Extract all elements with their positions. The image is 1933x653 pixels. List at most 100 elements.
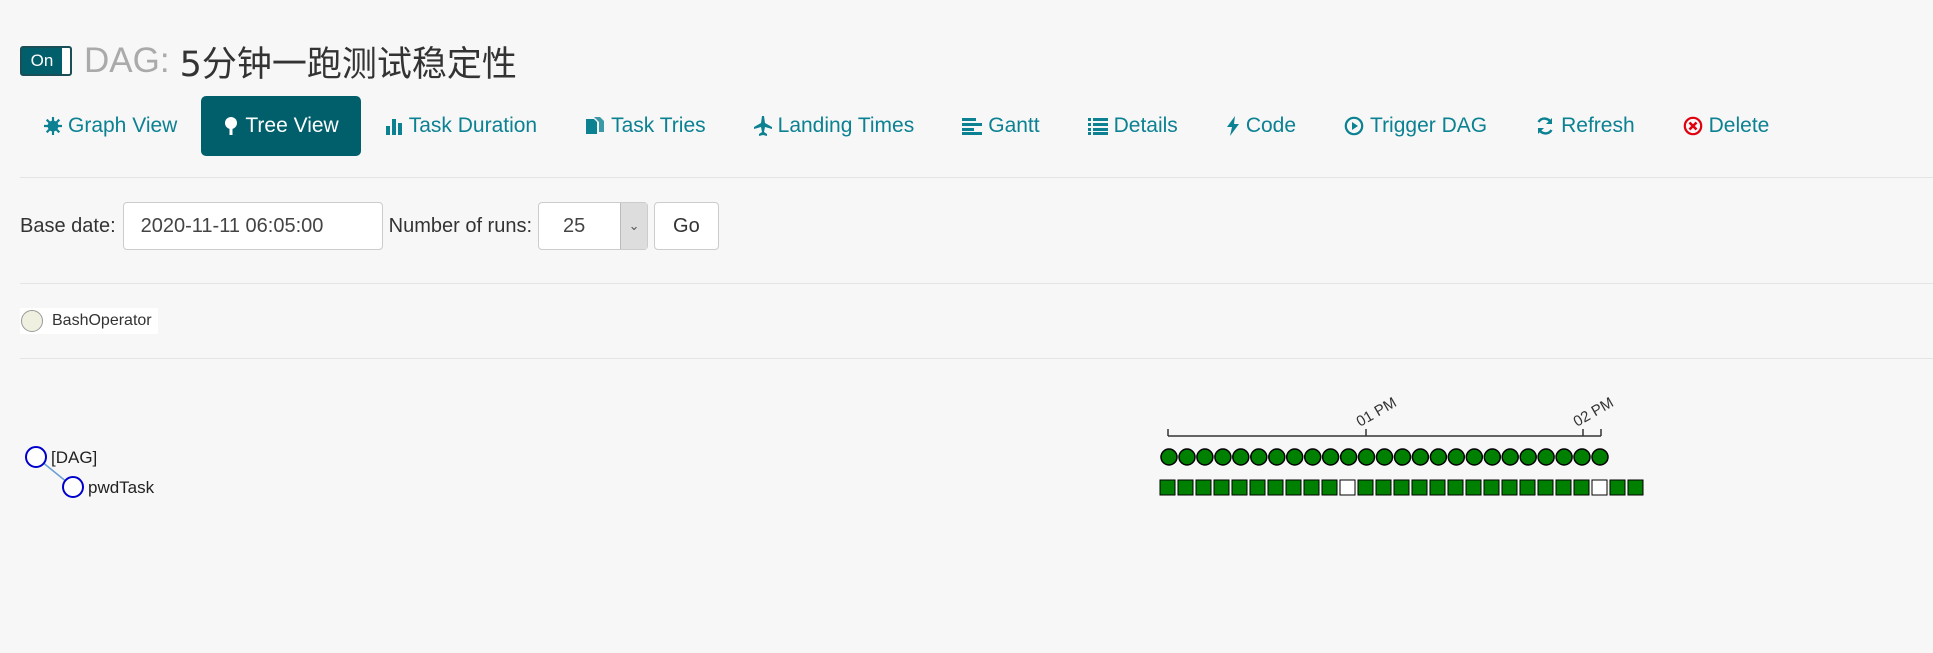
task-instance-square[interactable] bbox=[1375, 479, 1392, 496]
task-instance-square[interactable] bbox=[1357, 479, 1374, 496]
task-instance-square[interactable] bbox=[1267, 479, 1284, 496]
dag-run-circle[interactable] bbox=[1591, 448, 1609, 466]
tab-trigger-dag[interactable]: Trigger DAG bbox=[1320, 96, 1511, 156]
dag-run-circle[interactable] bbox=[1321, 448, 1340, 466]
task-instance-square[interactable] bbox=[1429, 479, 1446, 496]
task-instances-row bbox=[1159, 479, 1644, 496]
task-node[interactable] bbox=[62, 476, 84, 498]
task-instance-square[interactable] bbox=[1249, 479, 1266, 496]
divider bbox=[20, 177, 1933, 178]
task-instance-square[interactable] bbox=[1555, 479, 1572, 496]
tab-code-label: Code bbox=[1245, 114, 1297, 137]
tab-graph-view[interactable]: Graph View bbox=[20, 96, 201, 156]
tab-tree-view-label: Tree View bbox=[245, 114, 339, 137]
dag-run-circle[interactable] bbox=[1411, 448, 1430, 466]
dag-run-circle[interactable] bbox=[1285, 448, 1304, 466]
dag-run-circle[interactable] bbox=[1214, 448, 1232, 466]
task-instance-square[interactable] bbox=[1285, 479, 1302, 496]
dag-run-circle[interactable] bbox=[1375, 448, 1394, 466]
dag-run-circle[interactable] bbox=[1339, 448, 1358, 466]
tab-refresh-label: Refresh bbox=[1561, 114, 1635, 137]
view-nav: Graph View Tree View Task Duration Task … bbox=[20, 96, 1793, 156]
task-instance-square[interactable] bbox=[1159, 479, 1176, 496]
dag-pause-toggle[interactable]: On bbox=[20, 46, 72, 76]
base-date-value: 2020-11-11 06:05:00 bbox=[140, 214, 324, 237]
dag-run-circle[interactable] bbox=[1232, 448, 1250, 466]
tab-details-label: Details bbox=[1113, 114, 1178, 137]
task-instance-square[interactable] bbox=[1195, 479, 1212, 496]
dag-node[interactable] bbox=[25, 446, 47, 468]
list-icon bbox=[1087, 117, 1108, 135]
operator-legend-label: BashOperator bbox=[52, 312, 152, 329]
tree-icon bbox=[223, 117, 239, 135]
tab-code[interactable]: Code bbox=[1202, 96, 1320, 156]
go-button[interactable]: Go bbox=[654, 202, 719, 250]
task-instance-square[interactable] bbox=[1591, 479, 1608, 496]
task-instance-square[interactable] bbox=[1465, 479, 1482, 496]
dag-run-circle[interactable] bbox=[1519, 448, 1537, 466]
title-row: On DAG: 5分钟一跑测试稳定性 bbox=[20, 36, 517, 86]
dag-run-circle[interactable] bbox=[1357, 448, 1376, 466]
dag-run-circle[interactable] bbox=[1537, 448, 1555, 466]
tab-delete[interactable]: Delete bbox=[1659, 96, 1794, 156]
tab-task-tries[interactable]: Task Tries bbox=[561, 96, 730, 156]
num-runs-select[interactable]: 25 ⌄ bbox=[538, 202, 649, 250]
chevron-down-icon[interactable]: ⌄ bbox=[620, 203, 648, 249]
dag-run-circle[interactable] bbox=[1303, 448, 1322, 466]
task-instance-square[interactable] bbox=[1537, 479, 1554, 496]
task-instance-square[interactable] bbox=[1339, 479, 1356, 496]
task-instance-square[interactable] bbox=[1213, 479, 1230, 496]
tab-task-tries-label: Task Tries bbox=[611, 114, 706, 137]
task-instance-square[interactable] bbox=[1627, 479, 1644, 496]
divider bbox=[20, 283, 1933, 284]
tab-refresh[interactable]: Refresh bbox=[1511, 96, 1659, 156]
base-date-input[interactable]: 2020-11-11 06:05:00 bbox=[122, 202, 383, 250]
tab-task-duration[interactable]: Task Duration bbox=[361, 96, 561, 156]
task-instance-square[interactable] bbox=[1519, 479, 1536, 496]
tab-graph-view-label: Graph View bbox=[68, 114, 178, 137]
task-instance-square[interactable] bbox=[1393, 479, 1410, 496]
dag-run-circle[interactable] bbox=[1178, 448, 1196, 466]
dag-run-circle[interactable] bbox=[1501, 448, 1519, 466]
dag-run-circle[interactable] bbox=[1483, 448, 1502, 466]
task-instance-square[interactable] bbox=[1231, 479, 1248, 496]
tab-tree-view[interactable]: Tree View bbox=[201, 96, 361, 156]
tab-trigger-dag-label: Trigger DAG bbox=[1370, 114, 1488, 137]
dag-run-circle[interactable] bbox=[1250, 448, 1268, 466]
task-instance-square[interactable] bbox=[1321, 479, 1338, 496]
time-tick-label-1pm: 01 PM bbox=[1354, 394, 1400, 430]
dag-run-circle[interactable] bbox=[1573, 448, 1591, 466]
dag-run-circle[interactable] bbox=[1196, 448, 1214, 466]
dag-run-circle[interactable] bbox=[1555, 448, 1573, 466]
dag-run-circle[interactable] bbox=[1160, 448, 1178, 466]
refresh-icon bbox=[1535, 116, 1555, 136]
task-instance-square[interactable] bbox=[1609, 479, 1626, 496]
toggle-on-label: On bbox=[22, 48, 62, 74]
remove-circle-icon bbox=[1683, 116, 1703, 136]
num-runs-value: 25 bbox=[563, 214, 586, 237]
dag-run-circle[interactable] bbox=[1393, 448, 1412, 466]
dag-name: 5分钟一跑测试稳定性 bbox=[179, 44, 517, 85]
bar-chart-icon bbox=[385, 117, 403, 135]
task-instance-square[interactable] bbox=[1501, 479, 1518, 496]
task-instance-square[interactable] bbox=[1177, 479, 1194, 496]
dag-run-circle[interactable] bbox=[1268, 448, 1286, 466]
task-instance-square[interactable] bbox=[1573, 479, 1590, 496]
tab-landing-times[interactable]: Landing Times bbox=[730, 96, 939, 156]
tab-details[interactable]: Details bbox=[1064, 96, 1202, 156]
dag-prefix: DAG: bbox=[84, 41, 170, 80]
dag-node-label: [DAG] bbox=[51, 448, 97, 467]
tab-gantt[interactable]: Gantt bbox=[938, 96, 1063, 156]
dag-run-circle[interactable] bbox=[1465, 448, 1484, 466]
divider bbox=[20, 358, 1933, 359]
tab-delete-label: Delete bbox=[1708, 114, 1770, 137]
task-instance-square[interactable] bbox=[1447, 479, 1464, 496]
dag-run-circle[interactable] bbox=[1429, 448, 1448, 466]
dag-runs-row bbox=[1160, 448, 1609, 466]
task-instance-square[interactable] bbox=[1483, 479, 1500, 496]
time-axis: 01 PM 02 PM bbox=[1167, 394, 1617, 437]
files-icon bbox=[585, 116, 605, 136]
task-instance-square[interactable] bbox=[1411, 479, 1428, 496]
task-instance-square[interactable] bbox=[1303, 479, 1320, 496]
dag-run-circle[interactable] bbox=[1447, 448, 1466, 466]
